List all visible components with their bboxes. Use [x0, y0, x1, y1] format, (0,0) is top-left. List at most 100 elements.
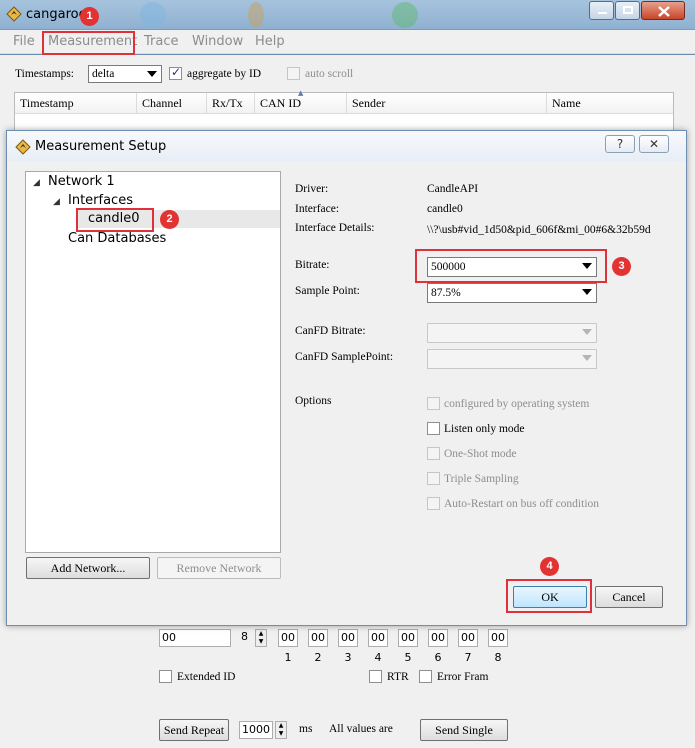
chevron-down-icon	[147, 71, 157, 77]
byte-field-8[interactable]: 00	[488, 629, 508, 647]
annotation-badge-1: 1	[80, 7, 99, 26]
trace-toolbar: Timestamps: delta aggregate by ID auto s…	[0, 55, 695, 93]
option-os-config-checkbox[interactable]	[427, 397, 440, 410]
rtr-checkbox[interactable]	[369, 670, 382, 683]
dlc-spinner[interactable]: ▲ ▼	[255, 629, 267, 647]
annotation-badge-4: 4	[540, 557, 559, 576]
canfd-bitrate-select[interactable]	[427, 323, 597, 343]
byte-field-6[interactable]: 00	[428, 629, 448, 647]
help-button[interactable]: ?	[605, 135, 635, 153]
highlight-bitrate	[415, 249, 607, 283]
byte-field-3[interactable]: 00	[338, 629, 358, 647]
column-channel[interactable]: Channel	[137, 93, 207, 114]
interface-details-clip: \\?\usb#vid_1d50&pid_606f&mi_00#6&32b59d	[427, 222, 683, 236]
interface-label: Interface:	[295, 203, 340, 215]
maximize-button[interactable]	[615, 1, 640, 20]
canfd-samplepoint-label: CanFD SamplePoint:	[295, 351, 394, 363]
driver-value: CandleAPI	[427, 183, 479, 195]
option-auto-restart-checkbox[interactable]	[427, 497, 440, 510]
interface-details-label: Interface Details:	[295, 222, 375, 234]
options-label: Options	[295, 395, 332, 407]
option-triple-sampling-checkbox[interactable]	[427, 472, 440, 485]
error-frame-checkbox[interactable]	[419, 670, 432, 683]
cancel-button[interactable]: Cancel	[595, 586, 663, 608]
chevron-down-icon	[582, 355, 592, 361]
byte-number: 4	[374, 651, 382, 664]
close-button[interactable]	[641, 1, 685, 20]
byte-field-4[interactable]: 00	[368, 629, 388, 647]
menu-window[interactable]: Window	[192, 34, 243, 49]
desktop-icon	[140, 2, 166, 28]
main-window-title: cangaroo	[26, 7, 87, 22]
canfd-samplepoint-select[interactable]	[427, 349, 597, 369]
error-frame-label: Error Fram	[437, 671, 489, 683]
annotation-badge-3: 3	[612, 257, 631, 276]
canfd-bitrate-label: CanFD Bitrate:	[295, 325, 366, 337]
tree-item-network[interactable]: Network 1	[48, 174, 115, 189]
desktop-icon	[248, 2, 264, 28]
dialog-titlebar: Measurement Setup ? ✕	[7, 131, 686, 161]
option-triple-sampling-label: Triple Sampling	[444, 473, 519, 485]
send-single-button[interactable]: Send Single	[420, 719, 508, 741]
option-one-shot-checkbox[interactable]	[427, 447, 440, 460]
bitrate-label: Bitrate:	[295, 259, 330, 271]
byte-field-7[interactable]: 00	[458, 629, 478, 647]
column-sender[interactable]: Sender	[347, 93, 547, 114]
tree-expand-icon[interactable]: ◢	[53, 197, 60, 207]
sample-point-select[interactable]: 87.5%	[427, 283, 597, 303]
tree-item-can-databases[interactable]: Can Databases	[68, 231, 166, 246]
dialog-title: Measurement Setup	[35, 139, 167, 154]
byte-field-1[interactable]: 00	[278, 629, 298, 647]
option-one-shot-label: One-Shot mode	[444, 448, 517, 460]
send-repeat-button[interactable]: Send Repeat	[159, 719, 229, 741]
chevron-down-icon	[582, 289, 592, 295]
timestamps-select[interactable]: delta	[88, 65, 162, 83]
highlight-measurement-menu	[42, 31, 135, 55]
send-dlc-field[interactable]: 8	[239, 629, 255, 647]
tree-expand-icon[interactable]: ◢	[33, 178, 40, 188]
option-auto-restart-label: Auto-Restart on bus off condition	[444, 498, 600, 510]
column-timestamp[interactable]: Timestamp	[15, 93, 137, 114]
menu-file[interactable]: File	[13, 34, 35, 49]
byte-field-2[interactable]: 00	[308, 629, 328, 647]
menu-trace[interactable]: Trace	[144, 34, 179, 49]
kangaroo-app-icon	[6, 6, 22, 22]
byte-number: 6	[434, 651, 442, 664]
highlight-ok-button	[506, 579, 592, 613]
aggregate-checkbox[interactable]	[169, 65, 182, 80]
tree-item-interfaces[interactable]: Interfaces	[68, 193, 133, 208]
rtr-label: RTR	[387, 671, 409, 683]
option-listen-only-checkbox[interactable]	[427, 422, 440, 435]
desktop-icon	[392, 2, 418, 28]
autoscroll-checkbox[interactable]	[287, 67, 300, 80]
all-values-label: All values are	[329, 723, 393, 735]
byte-number: 5	[404, 651, 412, 664]
byte-number: 8	[494, 651, 502, 664]
sample-point-label: Sample Point:	[295, 285, 360, 297]
byte-number: 1	[284, 651, 292, 664]
menu-help[interactable]: Help	[255, 34, 285, 49]
interval-spinner[interactable]: ▲ ▼	[275, 721, 287, 739]
sample-point-select-value: 87.5%	[431, 287, 461, 299]
minimize-button[interactable]	[589, 1, 614, 20]
measurement-setup-dialog: Measurement Setup ? ✕ ◢ Network 1 ◢ Inte…	[6, 130, 687, 626]
add-network-button[interactable]: Add Network...	[26, 557, 150, 579]
option-os-config-label: configured by operating system	[444, 398, 590, 410]
column-name[interactable]: Name	[547, 93, 673, 114]
aggregate-label: aggregate by ID	[187, 68, 262, 80]
trace-table: Timestamp Channel Rx/Tx CAN ID Sender Na…	[14, 89, 674, 132]
driver-label: Driver:	[295, 183, 329, 195]
byte-field-5[interactable]: 00	[398, 629, 418, 647]
remove-network-button[interactable]: Remove Network	[157, 557, 281, 579]
option-listen-only-label: Listen only mode	[444, 423, 525, 435]
interface-details-value: \\?\usb#vid_1d50&pid_606f&mi_00#6&32b59d	[427, 224, 651, 236]
repeat-interval-field[interactable]: 1000	[239, 721, 273, 739]
close-icon	[658, 6, 670, 17]
annotation-badge-2: 2	[160, 210, 179, 229]
interface-value: candle0	[427, 203, 463, 215]
column-rxtx[interactable]: Rx/Tx	[207, 93, 255, 114]
timestamps-label: Timestamps:	[15, 68, 75, 80]
send-id-field[interactable]: 00	[159, 629, 231, 647]
extended-id-checkbox[interactable]	[159, 670, 172, 683]
dialog-close-button[interactable]: ✕	[639, 135, 669, 153]
